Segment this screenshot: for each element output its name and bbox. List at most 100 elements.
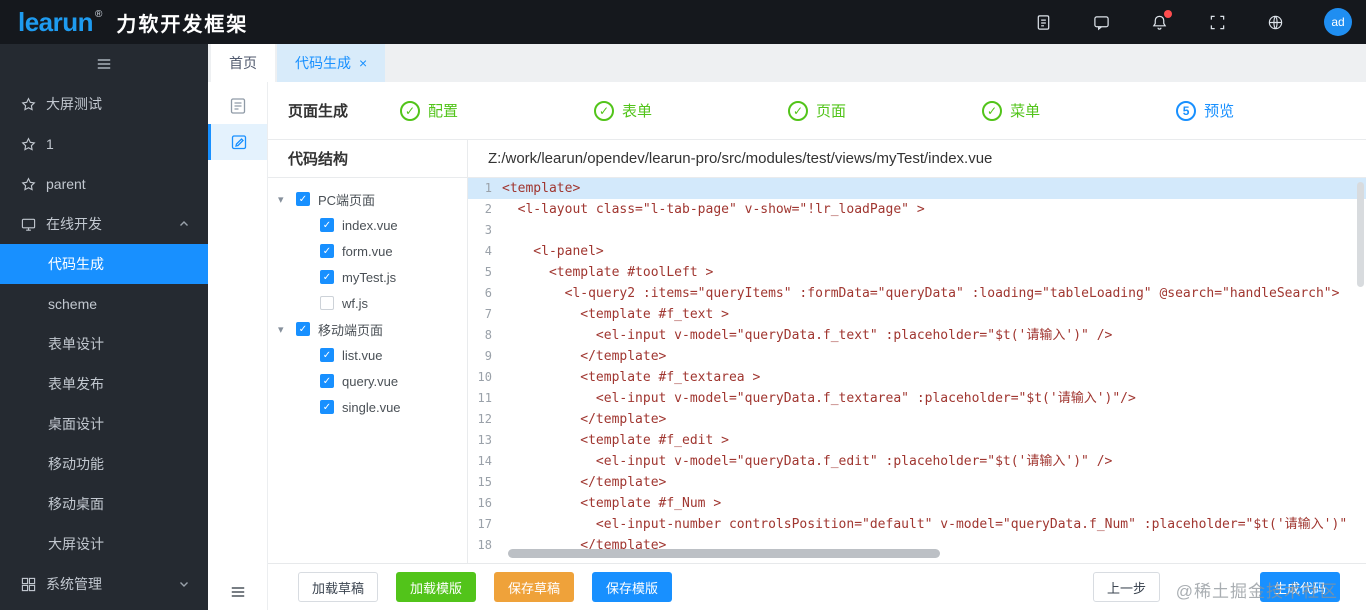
line-number: 1	[484, 181, 492, 195]
code-structure-title: 代码结构	[268, 140, 467, 178]
tree-node[interactable]: ✓ index.vue	[268, 212, 467, 238]
sidebar-item[interactable]: 1	[0, 124, 208, 164]
caret-down-icon[interactable]: ▾	[278, 323, 296, 336]
sidebar-item[interactable]: 移动功能	[0, 444, 208, 484]
prev-step-button[interactable]: 上一步	[1092, 572, 1160, 602]
tab-item[interactable]: 首页	[211, 44, 275, 82]
code-text: </template>	[502, 475, 667, 490]
checkbox-unchecked[interactable]	[320, 296, 334, 310]
tree-node[interactable]: ✓ query.vue	[268, 368, 467, 394]
generate-code-button[interactable]: 生成代码	[1259, 572, 1340, 602]
save-draft-button[interactable]: 保存草稿	[494, 572, 575, 602]
fullscreen-icon[interactable]	[1208, 13, 1226, 31]
line-number: 15	[477, 475, 492, 489]
checkbox-checked[interactable]: ✓	[320, 270, 334, 284]
language-icon[interactable]	[1266, 13, 1284, 31]
step-item[interactable]: ✓ 菜单	[982, 100, 1040, 121]
logo-trademark: ®	[95, 9, 103, 20]
tree-node[interactable]: ✓ myTest.js	[268, 264, 467, 290]
user-avatar[interactable]: ad	[1324, 8, 1352, 36]
checkbox-checked[interactable]: ✓	[320, 400, 334, 414]
sidebar-item[interactable]: scheme	[0, 284, 208, 324]
sidebar-item[interactable]: 表单发布	[0, 364, 208, 404]
step-item[interactable]: 5 预览	[1176, 100, 1234, 121]
step-item[interactable]: ✓ 表单	[594, 100, 652, 121]
form-designer-icon[interactable]	[208, 88, 267, 124]
code-text: <el-input v-model="queryData.f_textarea"…	[502, 391, 1136, 406]
tree-node[interactable]: ✓ single.vue	[268, 394, 467, 420]
step-check-icon: ✓	[400, 100, 421, 121]
line-number: 6	[484, 286, 492, 300]
vertical-scrollbar[interactable]	[1357, 182, 1364, 287]
step-label: 页面	[816, 103, 847, 120]
tree-node-label: 移动端页面	[318, 322, 384, 338]
sidebar-item[interactable]: 移动桌面	[0, 484, 208, 524]
load-draft-button[interactable]: 加载草稿	[298, 572, 379, 602]
save-template-button[interactable]: 保存模版	[592, 572, 673, 602]
file-add-icon[interactable]	[1034, 13, 1052, 31]
sidebar-item[interactable]: 代码生成	[0, 244, 208, 284]
horizontal-scrollbar[interactable]	[508, 549, 940, 558]
code-line: 12 </template>	[468, 409, 1366, 430]
workspace: 页面生成 ✓ 配置 ✓ 表单 ✓ 页面 ✓ 菜单 5 预览 代码结构 ▾ ✓ P…	[268, 82, 1366, 610]
tree-node[interactable]: ✓ form.vue	[268, 238, 467, 264]
tree-node[interactable]: wf.js	[268, 290, 467, 316]
step-check-icon: ✓	[982, 100, 1003, 121]
sidebar-item[interactable]: 大屏测试	[0, 84, 208, 124]
caret-down-icon[interactable]: ▾	[278, 193, 296, 206]
notification-icon[interactable]	[1150, 10, 1172, 31]
line-number: 18	[477, 538, 492, 552]
tree-node[interactable]: ▾ ✓ 移动端页面	[268, 316, 467, 342]
sidebar-item[interactable]: 在线开发	[0, 204, 208, 244]
step-item[interactable]: ✓ 配置	[400, 100, 458, 121]
main-content: 首页 代码生成 × 页面生成 ✓ 配置 ✓ 表单 ✓ 页面 ✓ 菜单 5 预览 …	[208, 44, 1366, 610]
line-number: 17	[477, 517, 492, 531]
tree-node-label: list.vue	[342, 347, 383, 363]
grid-icon	[20, 576, 36, 592]
checkbox-checked[interactable]: ✓	[296, 322, 310, 336]
tree-node[interactable]: ▾ ✓ PC端页面	[268, 186, 467, 212]
code-text: </template>	[502, 412, 667, 427]
code-editor[interactable]: 1 <template> 2 <l-layout class="l-tab-pa…	[468, 178, 1366, 563]
code-line: 5 <template #toolLeft >	[468, 262, 1366, 283]
editor-panel: Z:/work/learun/opendev/learun-pro/src/mo…	[468, 140, 1366, 563]
sidebar-collapse-icon[interactable]	[0, 44, 208, 84]
sidebar-item-label: 代码生成	[48, 256, 104, 272]
checkbox-checked[interactable]: ✓	[296, 192, 310, 206]
code-line: 2 <l-layout class="l-tab-page" v-show="!…	[468, 199, 1366, 220]
sidebar-item[interactable]: parent	[0, 164, 208, 204]
load-template-button[interactable]: 加载模版	[396, 572, 477, 602]
chevron-up-icon	[178, 218, 190, 230]
line-number: 4	[484, 244, 492, 258]
tree-node-label: query.vue	[342, 373, 399, 389]
notification-badge	[1164, 10, 1172, 18]
step-item[interactable]: ✓ 页面	[788, 100, 846, 121]
rail-collapse-icon[interactable]	[208, 584, 267, 600]
sidebar-item[interactable]: 系统管理	[0, 564, 208, 604]
tab-item[interactable]: 代码生成 ×	[277, 44, 386, 82]
footer-right-buttons: 上一步 生成代码	[1092, 572, 1366, 602]
checkbox-checked[interactable]: ✓	[320, 218, 334, 232]
file-path: Z:/work/learun/opendev/learun-pro/src/mo…	[468, 140, 1366, 178]
sidebar-item[interactable]: 大屏设计	[0, 524, 208, 564]
message-icon[interactable]	[1092, 13, 1110, 31]
app-title: 力软开发框架	[116, 13, 249, 36]
checkbox-checked[interactable]: ✓	[320, 348, 334, 362]
step-check-icon: ✓	[788, 100, 809, 121]
code-text: <template #f_text >	[502, 307, 729, 322]
line-number: 11	[477, 391, 492, 405]
tree-node[interactable]: ✓ list.vue	[268, 342, 467, 368]
sidebar-item-label: parent	[46, 176, 86, 192]
tab-bar: 首页 代码生成 ×	[208, 44, 1366, 82]
code-editor-icon[interactable]	[208, 124, 267, 160]
sidebar-item[interactable]: 表单设计	[0, 324, 208, 364]
checkbox-checked[interactable]: ✓	[320, 244, 334, 258]
checkbox-checked[interactable]: ✓	[320, 374, 334, 388]
sidebar-item-label: 表单发布	[48, 376, 104, 392]
page-generation-label: 页面生成	[288, 103, 349, 120]
sidebar-item[interactable]: 桌面设计	[0, 404, 208, 444]
code-line: 17 <el-input-number controlsPosition="de…	[468, 514, 1366, 535]
tab-close-icon[interactable]: ×	[359, 56, 367, 70]
code-line: 15 </template>	[468, 472, 1366, 493]
tab-label: 代码生成	[295, 55, 351, 71]
